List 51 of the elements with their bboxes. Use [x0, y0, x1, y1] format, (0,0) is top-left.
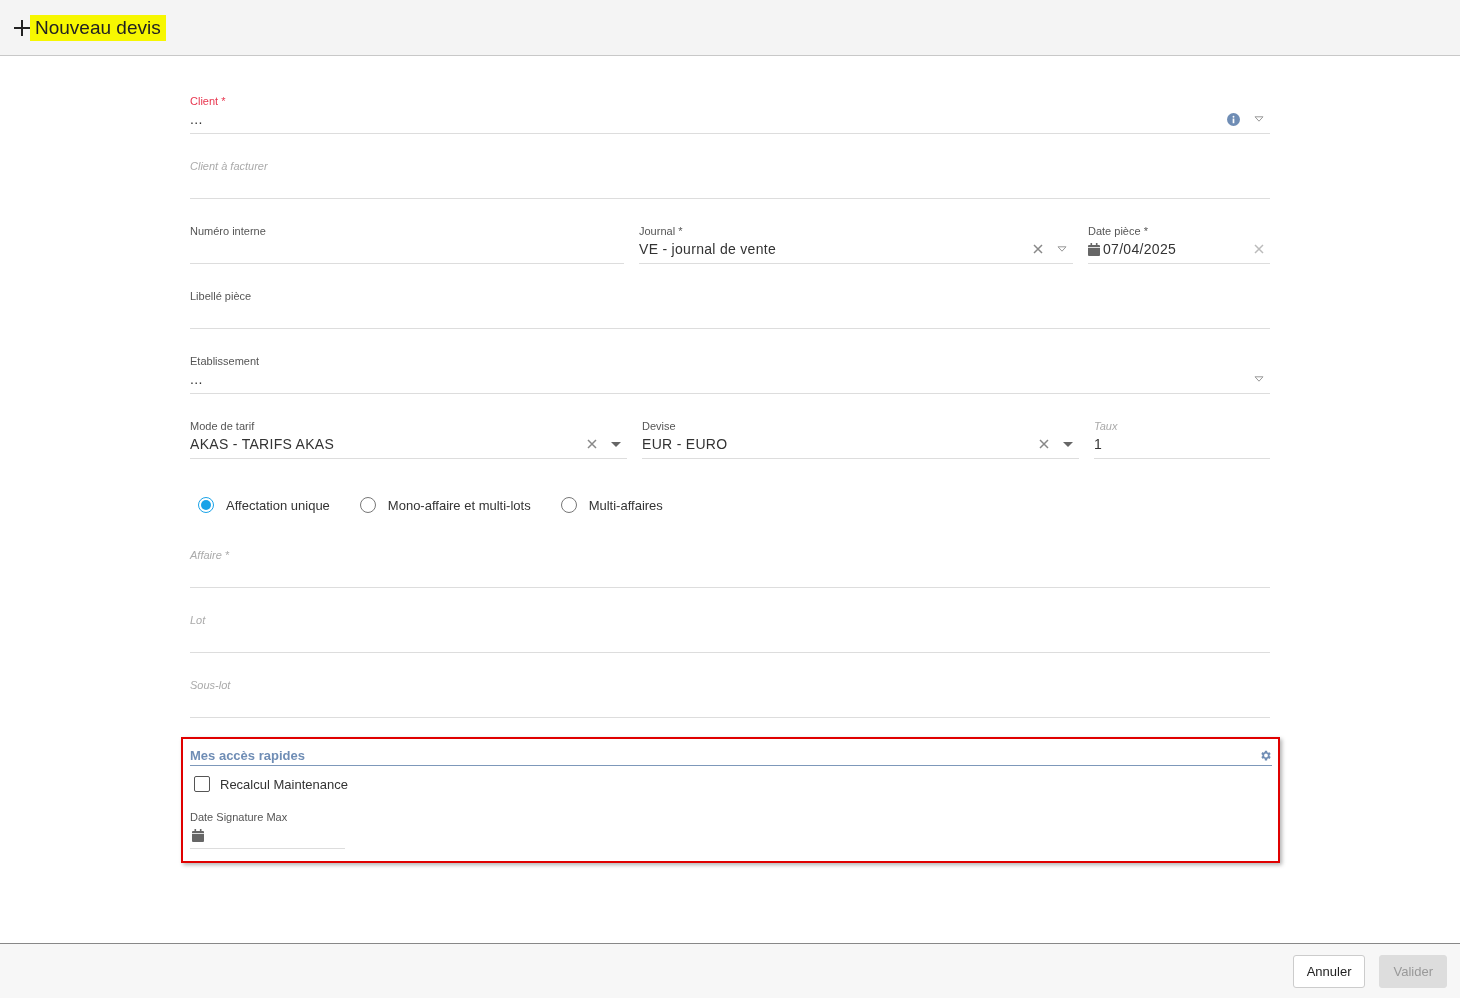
page-title: Nouveau devis [30, 14, 166, 41]
select-field[interactable]: Etablissement ... [190, 348, 1270, 394]
clear-icon[interactable] [587, 439, 597, 449]
clear-icon[interactable] [1039, 439, 1049, 449]
field-value: ... [190, 371, 204, 387]
calendar-icon[interactable] [1088, 242, 1100, 256]
radio-option[interactable]: Mono-affaire et multi-lots [359, 495, 531, 515]
date-field[interactable]: Date pièce * 07/04/2025 [1088, 218, 1270, 264]
caret-icon[interactable] [611, 441, 621, 447]
select-field[interactable]: Devise EUR - EURO [642, 413, 1079, 459]
field-label: Date Signature Max [190, 810, 289, 824]
field-label: Date pièce * [1088, 224, 1149, 238]
select-field[interactable]: Mode de tarif AKAS - TARIFS AKAS [190, 413, 627, 459]
caret-icon[interactable] [1254, 376, 1264, 382]
caret-icon[interactable] [1063, 441, 1073, 447]
field-label: Journal * [639, 224, 684, 238]
radio-option[interactable]: Affectation unique [198, 495, 330, 515]
field-value: ... [190, 111, 204, 127]
clear-icon[interactable] [1033, 244, 1043, 254]
plus-icon [14, 19, 30, 36]
cancel-button[interactable]: Annuler [1292, 954, 1366, 988]
field-label: Sous-lot [190, 678, 232, 692]
input-field[interactable]: Numéro interne [190, 218, 624, 264]
checkbox-option[interactable]: Recalcul Maintenance [194, 776, 348, 792]
field-value: AKAS - TARIFS AKAS [190, 436, 336, 452]
field-value: 1 [1094, 436, 1104, 452]
field-label: Lot [190, 613, 207, 627]
field-label: Taux [1094, 419, 1119, 433]
radio-option[interactable]: Multi-affaires [560, 495, 663, 515]
field-label: Mode de tarif [190, 419, 256, 433]
select-field[interactable]: Client * ... [190, 88, 1270, 134]
field-label: Numéro interne [190, 224, 267, 238]
input-field[interactable]: Libellé pièce [190, 283, 1270, 329]
clear-icon[interactable] [1254, 244, 1264, 254]
field-label: Devise [642, 419, 677, 433]
field-value: 07/04/2025 [1103, 241, 1178, 257]
date-field[interactable]: Date Signature Max [190, 810, 345, 849]
field-label: Libellé pièce [190, 289, 253, 303]
info-icon[interactable] [1227, 112, 1240, 126]
select-field[interactable]: Journal * VE - journal de vente [639, 218, 1073, 264]
field-label: Client * [190, 94, 227, 108]
caret-icon[interactable] [1057, 246, 1067, 252]
caret-icon[interactable] [1254, 116, 1264, 122]
field-value: EUR - EURO [642, 436, 729, 452]
field-label: Client à facturer [190, 159, 269, 173]
field-label: Affaire * [190, 548, 231, 562]
field-value: VE - journal de vente [639, 241, 778, 257]
field-label: Etablissement [190, 354, 261, 368]
settings-icon[interactable] [1259, 749, 1272, 762]
panel-title: Mes accès rapides [190, 748, 305, 763]
calendar-icon[interactable] [192, 829, 204, 842]
